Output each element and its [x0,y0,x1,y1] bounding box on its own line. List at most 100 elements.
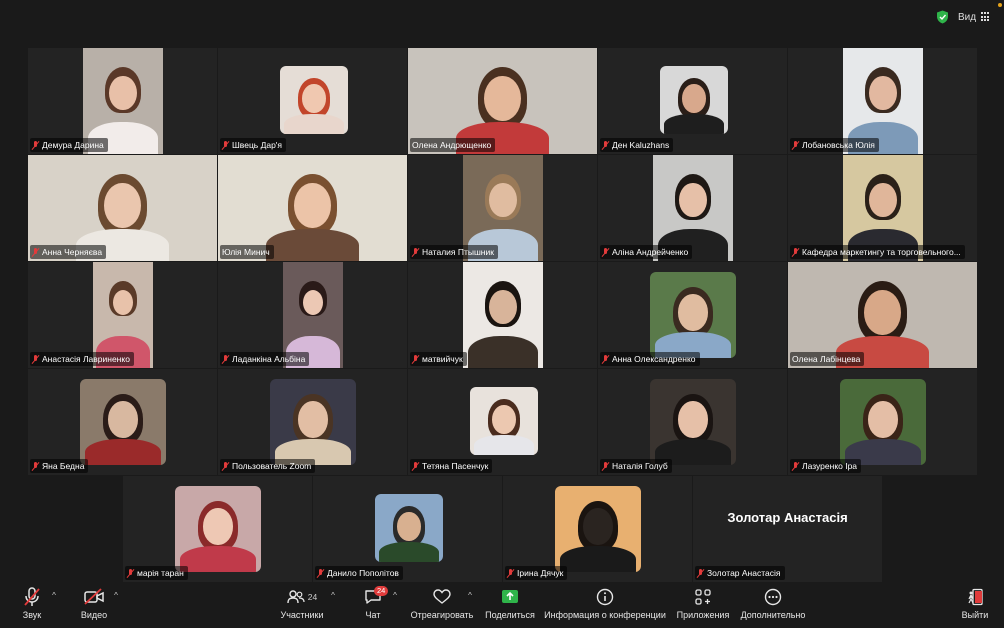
info-icon [596,588,614,606]
participant-name-tag: матвийчук [410,352,467,366]
chat-button[interactable]: 24 Чат [360,584,389,628]
participant-tile[interactable]: Анастасія Лавриненко [28,262,217,368]
leave-door-icon [968,588,983,606]
share-screen-button[interactable]: Поделиться [484,584,536,628]
participants-count: 24 [307,592,318,602]
participant-name-tag: Лазуренко Іра [790,459,862,473]
participant-name-tag: Швець Дар'я [220,138,287,152]
participant-name-tag: Золотар Анастасія [695,566,785,580]
participant-video [375,494,443,562]
participant-name-tag: Кафедра маркетингу та торговельного... [790,245,965,259]
share-label: Поделиться [485,610,535,620]
participant-tile[interactable]: марія таран [123,476,312,582]
participant-name-tag: Демура Дарина [30,138,108,152]
participant-tile[interactable]: Ладанкіна Альбіна [218,262,407,368]
react-button[interactable]: Отреагировать [410,584,474,628]
participant-tile[interactable]: Аліна Андрейченко [598,155,787,261]
video-options-chevron-icon[interactable]: ^ [111,592,121,600]
participant-name-tag: Пользователь Zoom [220,459,316,473]
participant-tile[interactable]: Пользователь Zoom [218,369,407,475]
participant-video [650,379,736,465]
participant-name: Швець Дар'я [232,140,283,150]
participant-name: Ден Kaluzhans [612,140,670,150]
react-options-chevron-icon[interactable]: ^ [465,592,475,600]
participant-name: Юлія Минич [222,247,270,257]
apps-button[interactable]: Приложения [676,584,730,628]
participant-tile[interactable]: Золотар Анастасія Золотар Анастасія [693,476,882,582]
participant-name-tag: Наталія Голуб [600,459,672,473]
participant-tile[interactable]: матвийчук [408,262,597,368]
participant-video [840,379,926,465]
apps-label: Приложения [676,610,730,620]
participant-name-tag: Олена Лабінцева [790,352,865,366]
participant-name-tag: Аліна Андрейченко [600,245,693,259]
participant-name: Олена Андрющенко [412,140,492,150]
microphone-muted-icon [222,461,229,471]
leave-label: Выйти [961,610,989,620]
participant-tile[interactable]: Олена Лабінцева [788,262,977,368]
info-label: Информация о конференции [544,610,666,620]
participants-label: Участники [280,610,324,620]
microphone-muted-icon [602,461,609,471]
microphone-muted-icon [602,354,609,364]
microphone-muted-icon [32,140,39,150]
participant-name: Аліна Андрейченко [612,247,689,257]
participant-name-tag: Анна Олександренко [600,352,700,366]
microphone-muted-icon [32,247,39,257]
meeting-info-button[interactable]: Информация о конференции [544,584,666,628]
participant-tile[interactable]: Анна Олександренко [598,262,787,368]
participants-icon [287,590,305,604]
react-label: Отреагировать [410,610,474,620]
participant-tile[interactable]: Кафедра маркетингу та торговельного... [788,155,977,261]
participant-tile[interactable]: Наталія Голуб [598,369,787,475]
participant-video [470,387,538,455]
participant-tile[interactable]: Швець Дар'я [218,48,407,154]
audio-button[interactable]: Звук [18,584,46,628]
leave-meeting-button[interactable]: Выйти [960,584,990,628]
participant-name: Олена Лабінцева [792,354,861,364]
participant-tile[interactable]: Тетяна Пасенчук [408,369,597,475]
participant-name-tag: Олена Андрющенко [410,138,496,152]
participant-name-tag: Ірина Дячук [505,566,568,580]
participant-name-tag: марія таран [125,566,188,580]
microphone-muted-icon [412,461,419,471]
participant-tile[interactable]: Олена Андрющенко [408,48,597,154]
more-label: Дополнительно [740,610,806,620]
participant-tile[interactable]: Наталия Птышник [408,155,597,261]
participant-tile[interactable]: Демура Дарина [28,48,217,154]
participant-tile[interactable]: Лазуренко Іра [788,369,977,475]
camera-off-name: Золотар Анастасія [727,510,848,525]
participant-name: матвийчук [422,354,463,364]
participant-name: Анна Черняєва [42,247,103,257]
participants-options-chevron-icon[interactable]: ^ [328,592,338,600]
participant-video [175,486,261,572]
participant-name: Ірина Дячук [517,568,564,578]
chat-label: Чат [365,610,381,620]
participant-name-tag: Наталия Птышник [410,245,498,259]
participant-name-tag: Ден Kaluzhans [600,138,674,152]
chat-options-chevron-icon[interactable]: ^ [390,592,400,600]
participant-tile[interactable]: Ден Kaluzhans [598,48,787,154]
participant-name: Анна Олександренко [612,354,696,364]
video-button[interactable]: Видео [78,584,110,628]
heart-icon [433,589,451,604]
participants-button[interactable]: 24 Участники [280,584,324,628]
microphone-muted-icon [602,140,609,150]
participant-tile[interactable]: Яна Бедна [28,369,217,475]
more-button[interactable]: Дополнительно [740,584,806,628]
participant-name: марія таран [137,568,184,578]
microphone-muted-icon [697,568,704,578]
camera-off-icon [84,588,104,605]
participant-name: Данило Пополітов [327,568,399,578]
participant-tile[interactable]: Лобановська Юлія [788,48,977,154]
audio-options-chevron-icon[interactable]: ^ [49,592,59,600]
participant-tile[interactable]: Ірина Дячук [503,476,692,582]
participant-video [280,66,348,134]
microphone-muted-icon [32,354,39,364]
video-label: Видео [80,610,108,620]
participant-name: Лобановська Юлія [802,140,875,150]
participant-tile[interactable]: Данило Пополітов [313,476,502,582]
participant-tile[interactable]: Юлія Минич [218,155,407,261]
microphone-muted-icon [412,354,419,364]
participant-tile[interactable]: Анна Черняєва [28,155,217,261]
